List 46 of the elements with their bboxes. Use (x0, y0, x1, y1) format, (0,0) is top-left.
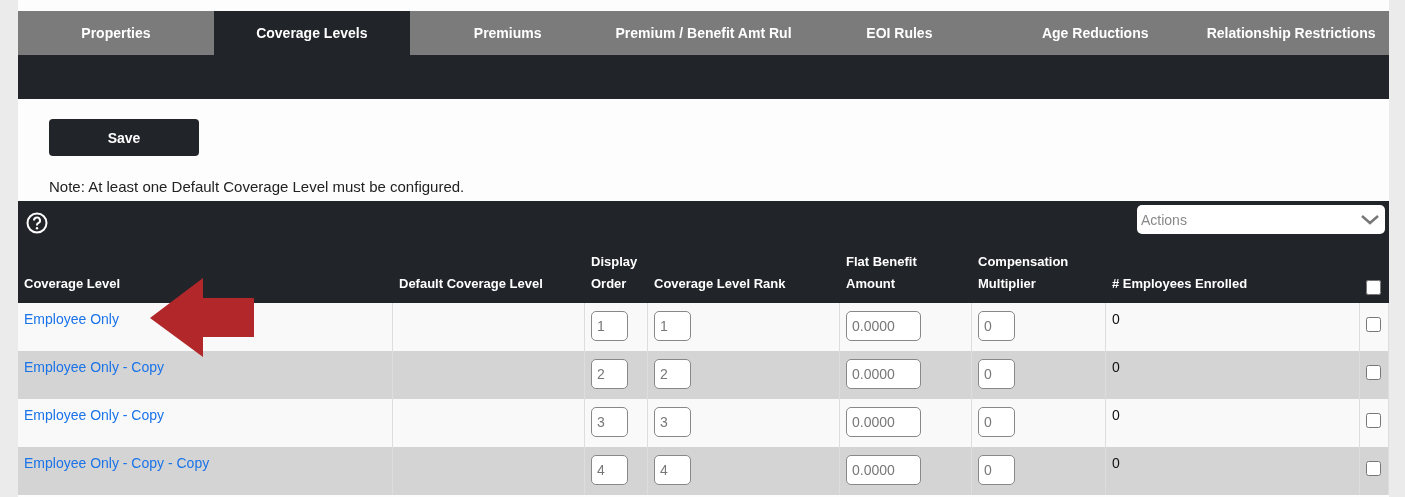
chevron-down-icon (1361, 214, 1379, 225)
flat-benefit-input[interactable]: 0.0000 (846, 407, 921, 437)
note-text: Note: At least one Default Coverage Level must be configured. (49, 178, 466, 195)
row-checkbox[interactable] (1366, 461, 1381, 476)
rank-input[interactable]: 2 (654, 359, 691, 389)
coverage-level-link[interactable]: Employee Only - Copy (24, 407, 165, 423)
rank-input[interactable]: 1 (654, 311, 691, 341)
multiplier-input[interactable]: 0 (978, 407, 1015, 437)
rank-input[interactable]: 3 (654, 407, 691, 437)
flat-benefit-input[interactable]: 0.0000 (846, 311, 921, 341)
column-header: Coverage Level (24, 275, 122, 293)
coverage-level-link[interactable]: Employee Only (24, 311, 119, 327)
multiplier-input[interactable]: 0 (978, 359, 1015, 389)
coverage-level-link[interactable]: Employee Only - Copy - Copy (24, 455, 210, 471)
actions-dropdown[interactable]: Actions (1137, 205, 1385, 234)
multiplier-input[interactable]: 0 (978, 455, 1015, 485)
column-header: Flat Benefit (846, 253, 918, 271)
column-header: Compensation (978, 253, 1070, 271)
display-order-input[interactable]: 3 (591, 407, 628, 437)
rank-input[interactable]: 4 (654, 455, 691, 485)
display-order-input[interactable]: 4 (591, 455, 628, 485)
column-header: # Employees Enrolled (1112, 275, 1249, 293)
tab[interactable]: Coverage Levels (213, 11, 410, 55)
enrolled-count: 0 (1112, 311, 1120, 327)
column-header: Multiplier (978, 275, 1037, 293)
column-header: Display (591, 253, 639, 271)
multiplier-input[interactable]: 0 (978, 311, 1015, 341)
enrolled-count: 0 (1112, 455, 1120, 471)
column-header: Order (591, 275, 628, 293)
actions-placeholder: Actions (1141, 211, 1187, 228)
row-checkbox[interactable] (1366, 317, 1381, 332)
save-button[interactable]: Save (49, 119, 199, 156)
column-header: Coverage Level Rank (654, 275, 787, 293)
column-header: Default Coverage Level (399, 275, 544, 293)
enrolled-count: 0 (1112, 407, 1120, 423)
help-icon[interactable] (26, 212, 48, 234)
coverage-level-link[interactable]: Employee Only - Copy (24, 359, 165, 375)
select-all-checkbox[interactable] (1366, 280, 1381, 295)
enrolled-count: 0 (1112, 359, 1120, 375)
flat-benefit-input[interactable]: 0.0000 (846, 359, 921, 389)
flat-benefit-input[interactable]: 0.0000 (846, 455, 921, 485)
row-checkbox[interactable] (1366, 413, 1381, 428)
display-order-input[interactable]: 2 (591, 359, 628, 389)
row-checkbox[interactable] (1366, 365, 1381, 380)
display-order-input[interactable]: 1 (591, 311, 628, 341)
column-header: Amount (846, 275, 897, 293)
